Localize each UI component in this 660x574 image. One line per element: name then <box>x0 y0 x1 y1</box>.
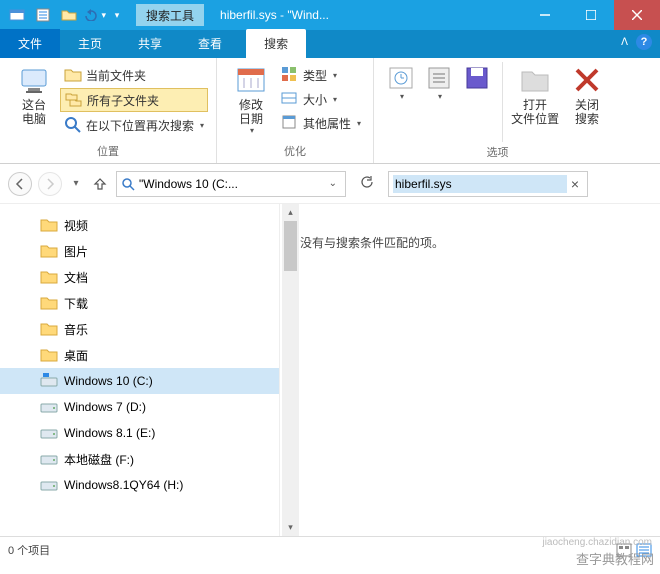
title-bar: ▾ ▾ 搜索工具 hiberfil.sys - "Wind... <box>0 0 660 30</box>
kind-button[interactable]: 类型 ▾ <box>277 64 365 86</box>
search-results-pane: 没有与搜索条件匹配的项。 <box>280 204 660 536</box>
clear-search-icon[interactable]: × <box>567 176 583 192</box>
tree-item-label: Windows 7 (D:) <box>64 400 146 414</box>
ribbon-group-options: ▾ ▾ 打开 文件位置 关闭 搜索 选项 <box>374 58 621 163</box>
tab-view[interactable]: 查看 <box>180 29 240 58</box>
other-properties-button[interactable]: 其他属性 ▾ <box>277 112 365 134</box>
tree-item-label: Windows 8.1 (E:) <box>64 426 155 440</box>
date-modified-label: 修改 日期 <box>239 98 263 126</box>
all-subfolders-label: 所有子文件夹 <box>87 92 159 109</box>
tree-item-label: 视频 <box>64 217 88 234</box>
kind-label: 类型 <box>303 67 327 84</box>
size-label: 大小 <box>303 91 327 108</box>
open-file-location-button: 打开 文件位置 <box>509 62 561 128</box>
search-again-button[interactable]: 在以下位置再次搜索 ▾ <box>60 114 208 136</box>
ribbon-collapse-icon[interactable]: ᐱ <box>621 37 628 48</box>
properties-icon[interactable] <box>32 4 54 26</box>
group-label-refine: 优化 <box>225 141 365 161</box>
current-folder-label: 当前文件夹 <box>86 67 146 84</box>
search-box[interactable]: × <box>388 171 588 197</box>
this-pc-label: 这台 电脑 <box>22 98 46 126</box>
tree-item[interactable]: 本地磁盘 (F:) <box>0 446 279 472</box>
ribbon-tabs: 文件 主页 共享 查看 搜索 ᐱ ? <box>0 30 660 58</box>
navigation-bar: ▾ ⌄ × <box>0 164 660 204</box>
address-input[interactable] <box>139 177 321 191</box>
help-icon[interactable]: ? <box>636 34 652 50</box>
history-dropdown[interactable]: ▾ <box>68 172 84 196</box>
dropdown-icon: ▾ <box>250 126 254 135</box>
undo-icon[interactable]: ▾ <box>84 4 106 26</box>
search-input[interactable] <box>393 175 567 193</box>
tree-item[interactable]: 文档 <box>0 264 279 290</box>
search-again-label: 在以下位置再次搜索 <box>86 117 194 134</box>
close-search-label: 关闭 搜索 <box>575 98 599 126</box>
advanced-button[interactable]: ▾ <box>420 62 458 103</box>
close-search-button[interactable]: 关闭 搜索 <box>561 62 613 128</box>
tree-item-label: 图片 <box>64 243 88 260</box>
ribbon: 这台 电脑 当前文件夹 所有子文件夹 在以下位置再次搜索 ▾ 位置 <box>0 58 660 164</box>
open-file-location-label: 打开 文件位置 <box>511 98 559 126</box>
dropdown-icon: ▾ <box>200 121 204 130</box>
group-label-options: 选项 <box>382 142 613 162</box>
address-dropdown-icon[interactable]: ⌄ <box>325 178 341 189</box>
dropdown-icon: ▾ <box>357 119 361 128</box>
dropdown-icon: ▾ <box>438 92 442 101</box>
watermark-url: jiaocheng.chazidian.com <box>542 537 652 548</box>
tree-item[interactable]: Windows 7 (D:) <box>0 394 279 420</box>
app-menu-icon[interactable] <box>6 4 28 26</box>
tree-item[interactable]: Windows8.1QY64 (H:) <box>0 472 279 498</box>
search-icon <box>121 177 135 191</box>
tab-file[interactable]: 文件 <box>0 29 60 58</box>
content-area: 视频图片文档下载音乐桌面 Windows 10 (C:) Windows 7 (D:… <box>0 204 660 536</box>
ribbon-group-location: 这台 电脑 当前文件夹 所有子文件夹 在以下位置再次搜索 ▾ 位置 <box>0 58 217 163</box>
item-count: 0 个项目 <box>8 542 50 558</box>
forward-button[interactable] <box>38 172 62 196</box>
tree-item[interactable]: 音乐 <box>0 316 279 342</box>
refresh-button[interactable] <box>352 175 382 192</box>
tree-item-label: Windows8.1QY64 (H:) <box>64 478 183 492</box>
maximize-button[interactable] <box>568 0 614 30</box>
minimize-button[interactable] <box>522 0 568 30</box>
tree-item[interactable]: 桌面 <box>0 342 279 368</box>
close-button[interactable] <box>614 0 660 30</box>
tree-item[interactable]: 视频 <box>0 212 279 238</box>
tree-item-label: 下载 <box>64 295 88 312</box>
back-button[interactable] <box>8 172 32 196</box>
dropdown-icon: ▾ <box>333 95 337 104</box>
tab-search[interactable]: 搜索 <box>246 29 306 59</box>
quick-access-toolbar: ▾ ▾ <box>0 4 130 26</box>
dropdown-icon: ▾ <box>400 92 404 101</box>
tab-share[interactable]: 共享 <box>120 29 180 58</box>
save-search-button[interactable] <box>458 62 496 94</box>
tab-home[interactable]: 主页 <box>60 29 120 58</box>
recent-searches-button[interactable]: ▾ <box>382 62 420 103</box>
tree-item-label: 文档 <box>64 269 88 286</box>
ribbon-group-refine: 修改 日期 ▾ 类型 ▾ 大小 ▾ 其他属性 ▾ <box>217 58 374 163</box>
current-folder-button[interactable]: 当前文件夹 <box>60 64 208 86</box>
new-folder-icon[interactable] <box>58 4 80 26</box>
tree-item-label: 本地磁盘 (F:) <box>64 451 134 468</box>
tree-item[interactable]: Windows 10 (C:) <box>0 368 279 394</box>
navigation-tree[interactable]: 视频图片文档下载音乐桌面 Windows 10 (C:) Windows 7 (D:… <box>0 204 280 536</box>
context-tab-search-tools: 搜索工具 <box>136 4 204 26</box>
dropdown-icon: ▾ <box>333 71 337 80</box>
up-button[interactable] <box>90 172 110 196</box>
tree-item[interactable]: 下载 <box>0 290 279 316</box>
tree-item[interactable]: 图片 <box>0 238 279 264</box>
tree-item-label: Windows 10 (C:) <box>64 374 153 388</box>
date-modified-button[interactable]: 修改 日期 ▾ <box>225 62 277 137</box>
tree-item-label: 桌面 <box>64 347 88 364</box>
this-pc-button[interactable]: 这台 电脑 <box>8 62 60 128</box>
other-properties-label: 其他属性 <box>303 115 351 132</box>
window-title: hiberfil.sys - "Wind... <box>204 8 522 22</box>
tree-item[interactable]: Windows 8.1 (E:) <box>0 420 279 446</box>
address-bar[interactable]: ⌄ <box>116 171 346 197</box>
group-label-location: 位置 <box>8 141 208 161</box>
size-button[interactable]: 大小 ▾ <box>277 88 365 110</box>
all-subfolders-button[interactable]: 所有子文件夹 <box>60 88 208 112</box>
tree-item-label: 音乐 <box>64 321 88 338</box>
no-results-message: 没有与搜索条件匹配的项。 <box>300 234 640 251</box>
qat-customize-icon[interactable]: ▾ <box>110 4 124 26</box>
